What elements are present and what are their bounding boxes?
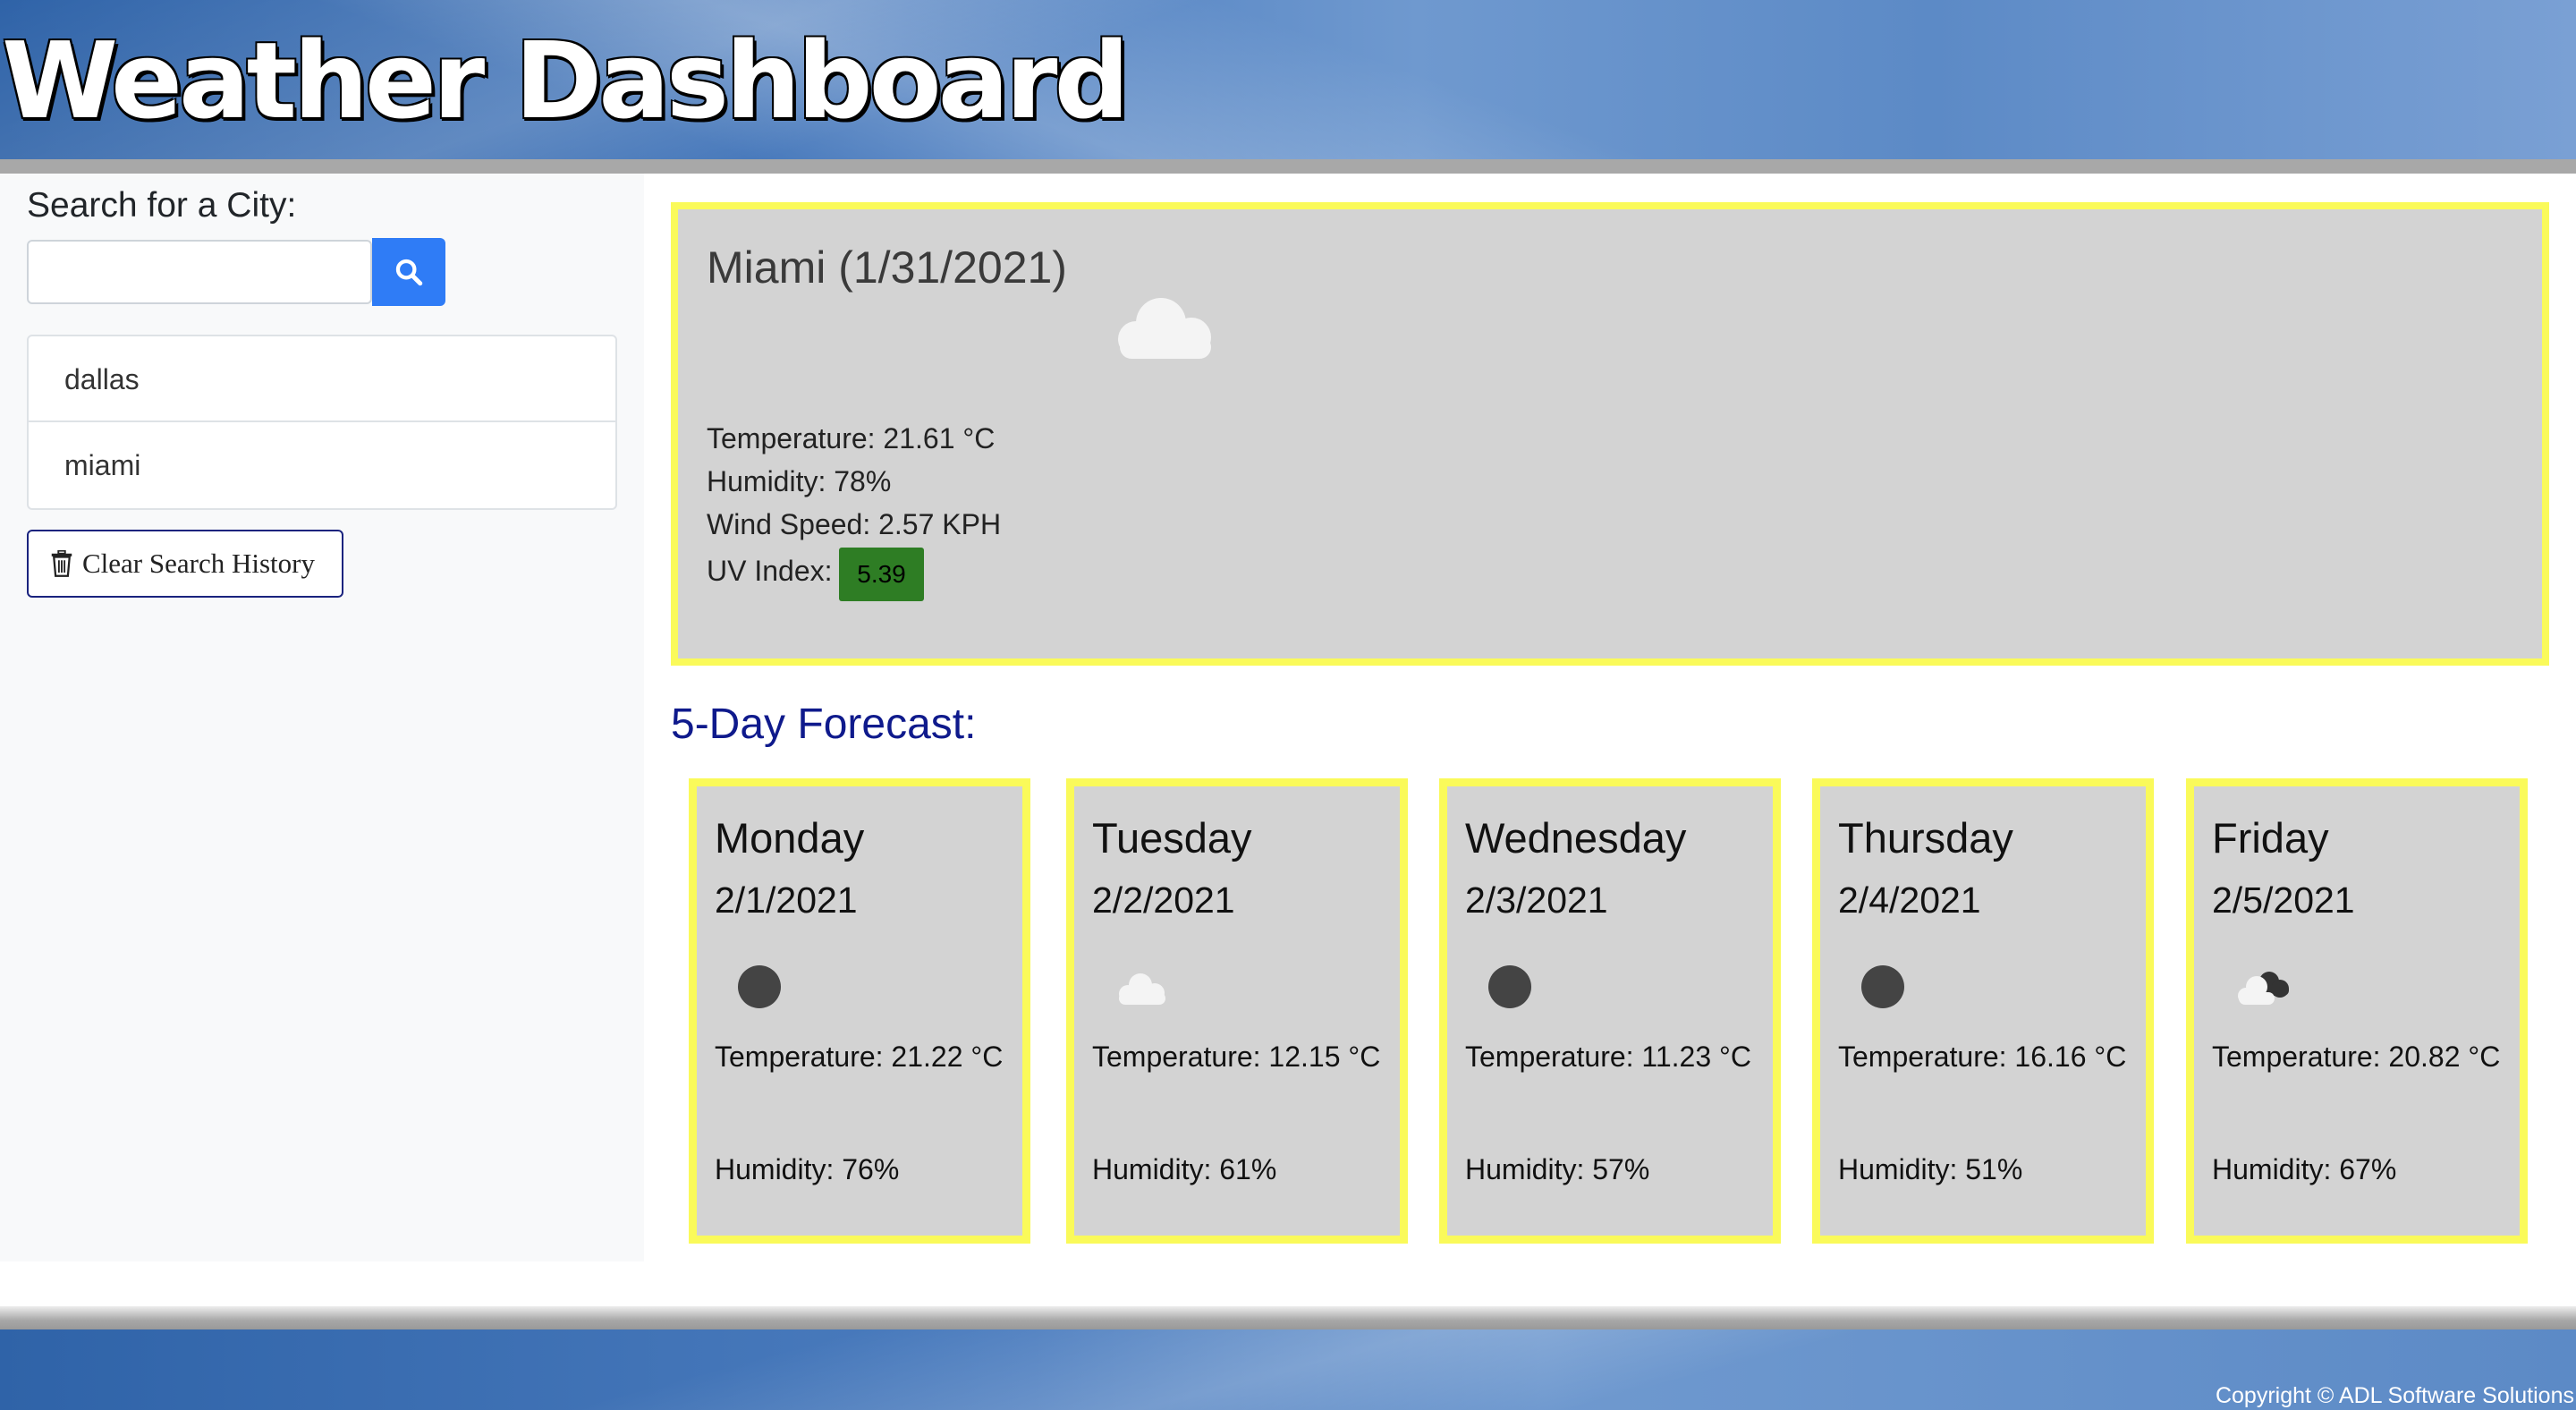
current-temperature: Temperature: 21.61 °C [707, 422, 996, 454]
forecast-humidity: Humidity: 76% [715, 1153, 900, 1185]
footer-banner [0, 1329, 2576, 1410]
cloud-icon [1118, 298, 1211, 359]
forecast-humidity: Humidity: 57% [1465, 1153, 1650, 1185]
forecast-temperature: Temperature: 20.82 °C [2212, 1041, 2501, 1073]
forecast-day: Friday [2212, 814, 2329, 862]
current-humidity: Humidity: 78% [707, 465, 892, 497]
moon-icon [1861, 965, 1904, 1008]
forecast-date: 2/1/2021 [715, 879, 858, 921]
forecast-card: Wednesday 2/3/2021 Temperature: 11.23 °C… [1439, 778, 1781, 1244]
footer-copyright: Copyright © ADL Software Solutions [2215, 1383, 2574, 1408]
search-icon [395, 259, 423, 286]
forecast-date: 2/2/2021 [1092, 879, 1235, 921]
forecast-temperature: Temperature: 21.22 °C [715, 1041, 1004, 1073]
forecast-temperature: Temperature: 11.23 °C [1465, 1041, 1751, 1073]
forecast-title: 5-Day Forecast: [671, 701, 977, 748]
city-search-input[interactable] [27, 240, 372, 304]
forecast-card: Thursday 2/4/2021 Temperature: 16.16 °C … [1812, 778, 2154, 1244]
current-city-title: Miami (1/31/2021) [707, 242, 1067, 293]
current-wind-speed: Wind Speed: 2.57 KPH [707, 508, 1002, 540]
forecast-card: Tuesday 2/2/2021 Temperature: 12.15 °C H… [1066, 778, 1408, 1244]
page-title: Weather Dashboard [2, 19, 1130, 142]
footer-divider [0, 1306, 2576, 1329]
forecast-humidity: Humidity: 61% [1092, 1153, 1277, 1185]
search-button[interactable] [372, 238, 445, 306]
forecast-date: 2/3/2021 [1465, 879, 1608, 921]
forecast-temperature: Temperature: 12.15 °C [1092, 1041, 1381, 1073]
forecast-date: 2/5/2021 [2212, 879, 2355, 921]
forecast-humidity: Humidity: 51% [1838, 1153, 2023, 1185]
forecast-day: Monday [715, 814, 865, 862]
moon-icon [738, 965, 781, 1008]
trash-icon [51, 550, 72, 577]
moon-icon [1488, 965, 1531, 1008]
clear-history-label: Clear Search History [82, 548, 315, 579]
forecast-card: Friday 2/5/2021 Temperature: 20.82 °C Hu… [2186, 778, 2528, 1244]
forecast-day: Tuesday [1092, 814, 1252, 862]
forecast-date: 2/4/2021 [1838, 879, 1981, 921]
forecast-humidity: Humidity: 67% [2212, 1153, 2397, 1185]
clear-history-button[interactable]: Clear Search History [27, 530, 343, 598]
search-label: Search for a City: [27, 186, 297, 225]
current-uv-label: UV Index: [707, 555, 833, 587]
header-banner: Weather Dashboard [0, 0, 2576, 161]
header-divider [0, 159, 2576, 174]
forecast-card: Monday 2/1/2021 Temperature: 21.22 °C Hu… [689, 778, 1030, 1244]
history-item-miami[interactable]: miami [29, 422, 615, 508]
history-item-dallas[interactable]: dallas [29, 336, 615, 422]
broken-clouds-icon [2238, 972, 2289, 1005]
forecast-temperature: Temperature: 16.16 °C [1838, 1041, 2127, 1073]
uv-index-badge: 5.39 [839, 548, 924, 601]
forecast-day: Thursday [1838, 814, 2013, 862]
forecast-day: Wednesday [1465, 814, 1687, 862]
search-history-list: dallas miami [27, 335, 617, 510]
cloud-icon [1119, 973, 1165, 1005]
